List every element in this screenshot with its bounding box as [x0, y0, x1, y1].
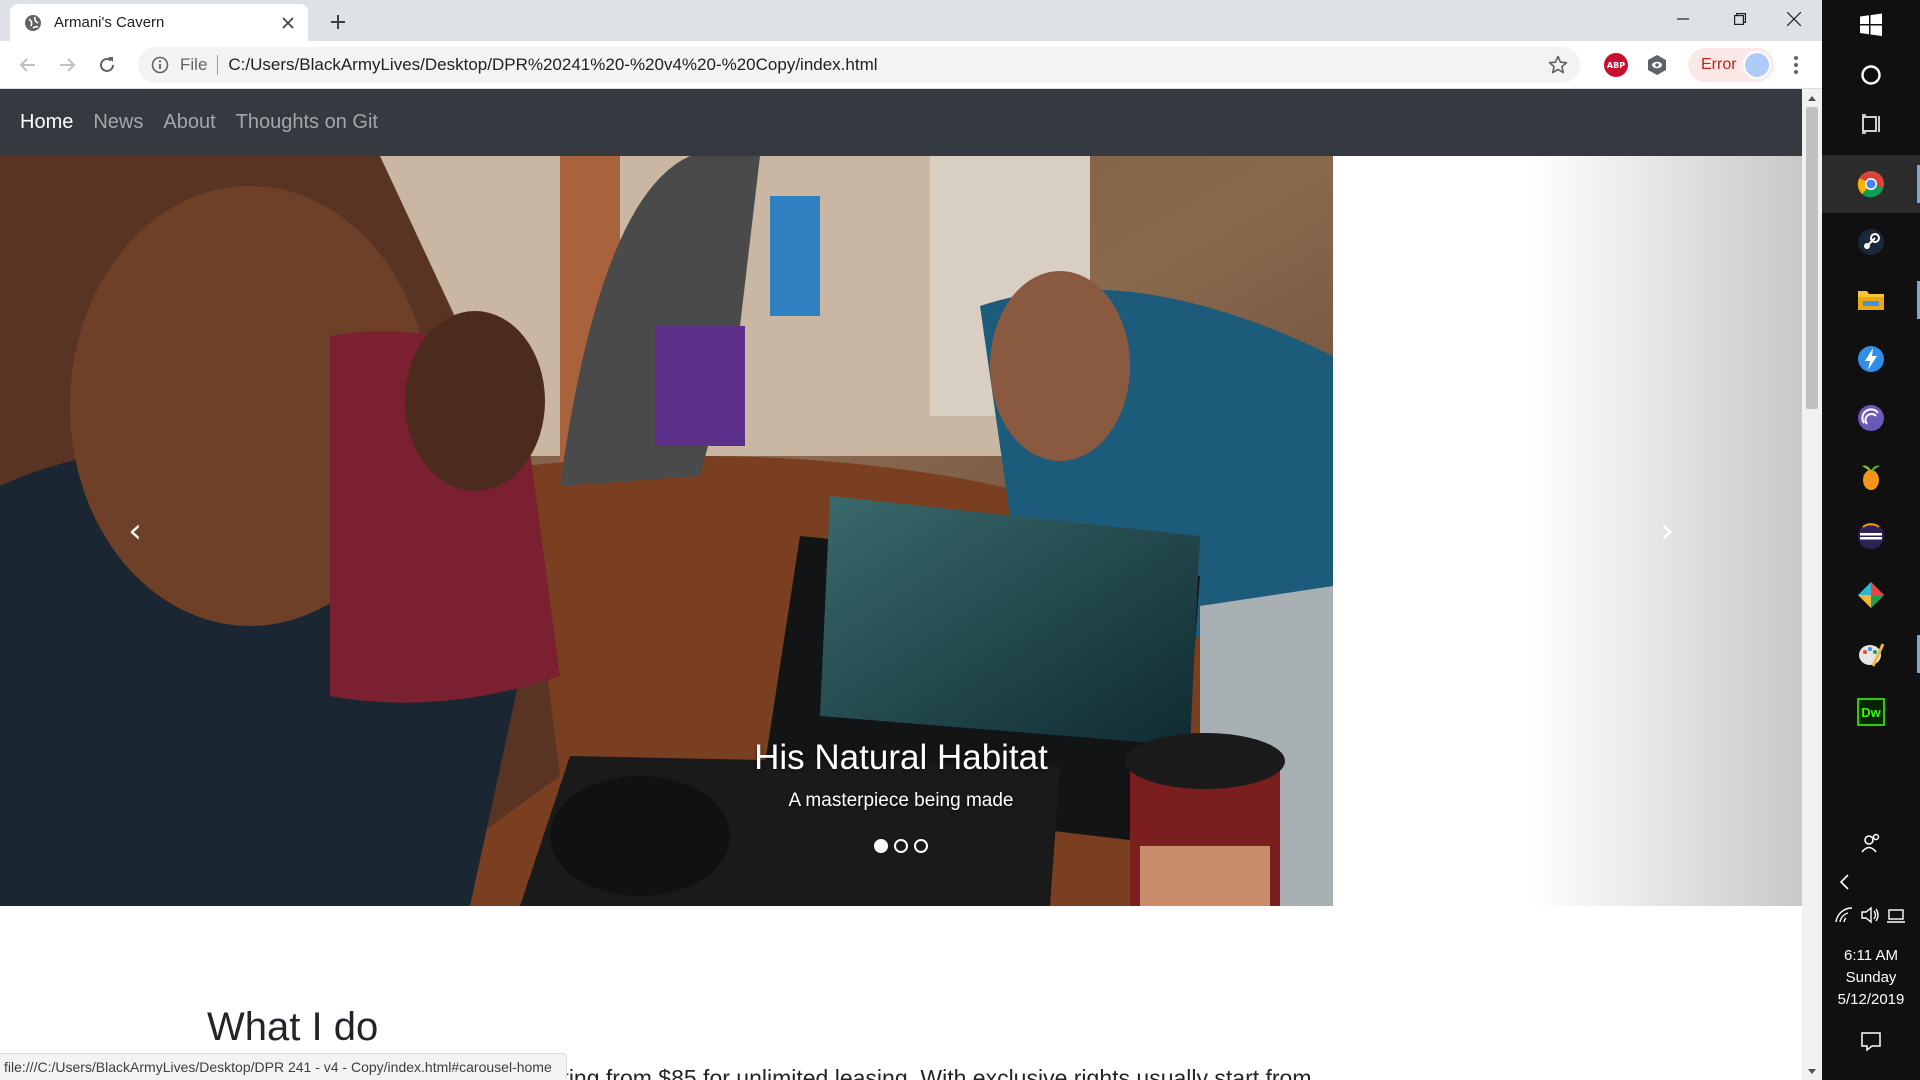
extension-eye-icon[interactable]: [1645, 53, 1669, 77]
scroll-up-arrow-icon[interactable]: [1802, 89, 1822, 106]
clock-time: 6:11 AM: [1844, 947, 1898, 964]
close-tab-icon[interactable]: [278, 13, 298, 33]
dreamweaver-label: Dw: [1861, 705, 1881, 720]
minimize-button[interactable]: [1655, 0, 1711, 38]
people-icon[interactable]: [1822, 832, 1920, 854]
volume-icon[interactable]: [1858, 906, 1882, 924]
taskbar-clock[interactable]: 6:11 AM Sunday 5/12/2019: [1822, 945, 1920, 1011]
avatar: [1743, 51, 1771, 79]
page-viewport: Home News About Thoughts on Git ‹ › His …: [0, 89, 1802, 1080]
taskbar-fl-studio-icon[interactable]: [1822, 448, 1920, 506]
forward-button[interactable]: [51, 49, 83, 81]
nav-link-home[interactable]: Home: [20, 111, 73, 134]
status-bar-url: file:///C:/Users/BlackArmyLives/Desktop/…: [0, 1053, 567, 1080]
clock-date: 5/12/2019: [1837, 991, 1905, 1008]
carousel-caption: His Natural Habitat A masterpiece being …: [0, 738, 1802, 812]
adblock-plus-icon[interactable]: ABP: [1604, 53, 1628, 77]
section-title: What I do: [207, 1005, 379, 1049]
address-bar[interactable]: File C:/Users/BlackArmyLives/Desktop/DPR…: [138, 47, 1580, 83]
show-hidden-icons-chevron-icon[interactable]: [1834, 874, 1854, 890]
taskbar-dreamweaver-icon[interactable]: Dw: [1822, 683, 1920, 741]
carousel-indicator[interactable]: [914, 839, 928, 853]
reload-button[interactable]: [91, 49, 123, 81]
page-scrollbar[interactable]: [1802, 89, 1822, 1080]
kebab-menu-icon[interactable]: [1780, 49, 1812, 81]
new-tab-button[interactable]: [324, 8, 352, 36]
nav-link-about[interactable]: About: [163, 111, 215, 134]
divider: [217, 55, 219, 75]
carousel-caption-title: His Natural Habitat: [754, 738, 1048, 777]
browser-tabstrip: Armani's Cavern: [0, 0, 1822, 41]
carousel-indicators: [0, 839, 1802, 853]
back-button[interactable]: [12, 49, 44, 81]
site-navbar: Home News About Thoughts on Git: [0, 89, 1802, 156]
taskbar-eclipse-icon[interactable]: [1822, 507, 1920, 565]
profile-error-chip[interactable]: Error: [1688, 48, 1774, 82]
restore-button[interactable]: [1712, 0, 1768, 38]
taskbar-chrome-icon[interactable]: [1822, 155, 1920, 213]
action-center-icon[interactable]: [1822, 1030, 1920, 1052]
screen: Armani's Cavern File C:/Users/BlackArmyL…: [0, 0, 1920, 1080]
taskbar-steam-icon[interactable]: [1822, 213, 1920, 271]
tab-title: Armani's Cavern: [54, 14, 165, 31]
clock-day: Sunday: [1845, 969, 1897, 986]
taskbar-paint-app-icon[interactable]: [1822, 625, 1920, 683]
carousel-caption-text: A masterpiece being made: [788, 790, 1014, 811]
browser-toolbar: File C:/Users/BlackArmyLives/Desktop/DPR…: [0, 41, 1822, 89]
taskbar-file-explorer-icon[interactable]: [1822, 271, 1920, 329]
carousel-indicator[interactable]: [874, 839, 888, 853]
browser-tab[interactable]: Armani's Cavern: [10, 4, 308, 41]
nav-link-news[interactable]: News: [93, 111, 143, 134]
close-window-button[interactable]: [1766, 0, 1822, 38]
chevron-left-icon: ‹: [128, 511, 142, 551]
bookmark-star-icon[interactable]: [1540, 47, 1576, 83]
scroll-thumb[interactable]: [1806, 107, 1818, 409]
wifi-icon[interactable]: [1832, 906, 1856, 924]
taskbar-gitkraken-icon[interactable]: [1822, 566, 1920, 624]
network-icon[interactable]: [1884, 906, 1908, 924]
chevron-right-icon: ›: [1660, 511, 1674, 551]
scheme-label: File: [180, 55, 208, 74]
taskbar-thunderbolt-app-icon[interactable]: [1822, 330, 1920, 388]
task-view-icon[interactable]: [1822, 95, 1920, 153]
scroll-down-arrow-icon[interactable]: [1802, 1063, 1822, 1080]
profile-error-label: Error: [1701, 56, 1737, 73]
taskbar-bittorrent-icon[interactable]: [1822, 389, 1920, 447]
info-icon[interactable]: [150, 55, 170, 75]
nav-link-thoughts-on-git[interactable]: Thoughts on Git: [236, 111, 378, 134]
hero-carousel: ‹ › His Natural Habitat A masterpiece be…: [0, 156, 1802, 906]
globe-icon: [24, 14, 42, 32]
carousel-indicator[interactable]: [894, 839, 908, 853]
url-text[interactable]: C:/Users/BlackArmyLives/Desktop/DPR%2024…: [228, 55, 1540, 75]
